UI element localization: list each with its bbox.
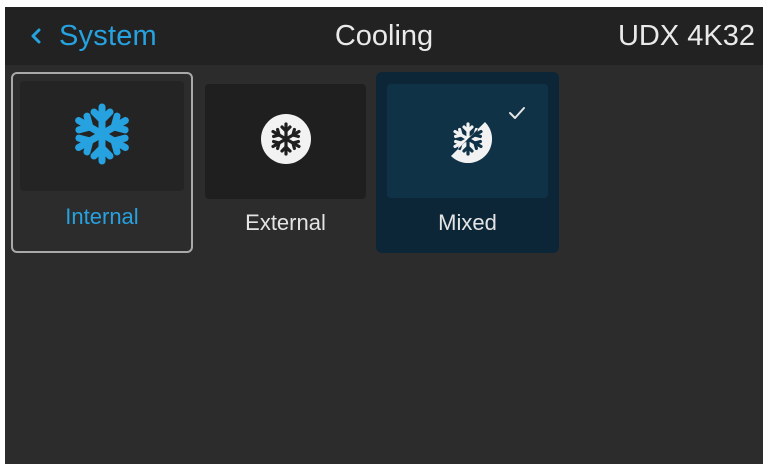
option-internal-label: Internal <box>65 204 139 229</box>
top-bar: System Cooling UDX 4K32 <box>5 7 763 65</box>
option-mixed-icon-box <box>387 84 548 198</box>
option-external-icon-box <box>205 84 366 199</box>
option-external-label: External <box>245 210 326 235</box>
option-external[interactable]: External <box>205 72 366 253</box>
cooling-screen: System Cooling UDX 4K32 Internal Externa… <box>5 7 763 464</box>
option-mixed-label: Mixed <box>438 210 497 235</box>
option-mixed[interactable]: Mixed <box>376 72 559 253</box>
snowflake-circle-icon <box>259 112 313 171</box>
device-model: UDX 4K32 <box>617 20 755 52</box>
option-internal[interactable]: Internal <box>11 72 193 253</box>
snowflake-icon <box>70 102 134 171</box>
option-internal-icon-box <box>20 81 184 191</box>
checkmark-icon <box>508 106 526 120</box>
snowflake-half-circle-icon <box>441 112 495 171</box>
